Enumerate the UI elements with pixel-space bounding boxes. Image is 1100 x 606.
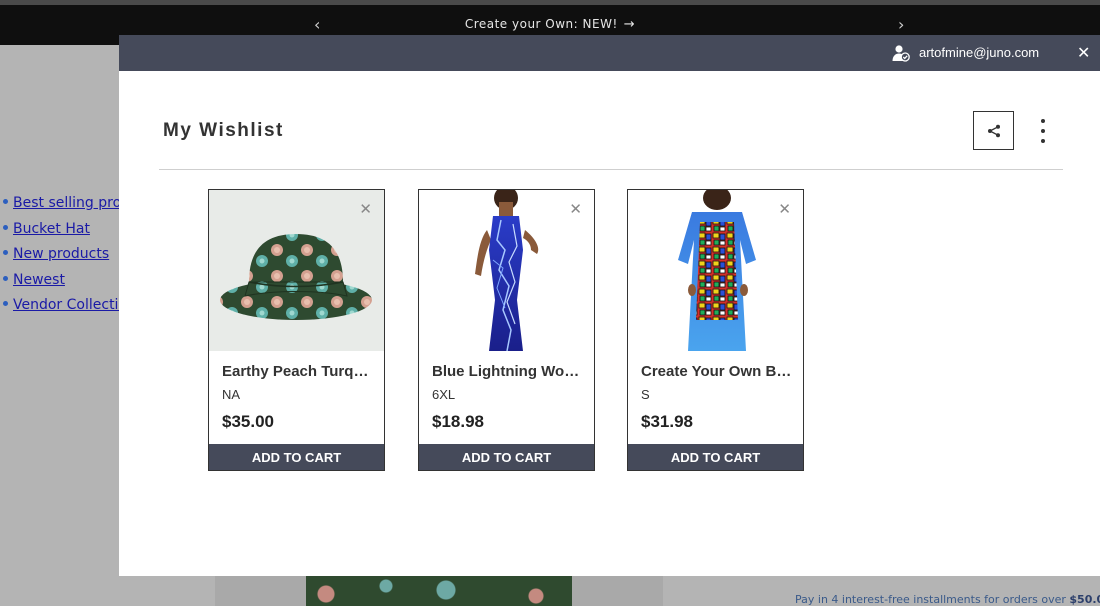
share-button[interactable]	[973, 111, 1014, 150]
divider	[159, 169, 1063, 170]
more-vertical-icon-dot	[1041, 129, 1045, 133]
user-email: artofmine@juno.com	[919, 45, 1040, 60]
product-image[interactable]	[209, 190, 384, 351]
modal-header: artofmine@juno.com ✕	[119, 35, 1100, 71]
more-options-button[interactable]	[1033, 119, 1053, 143]
product-variant: NA	[222, 387, 241, 402]
add-to-cart-button[interactable]: ADD TO CART	[419, 444, 594, 470]
more-vertical-icon-dot	[1041, 119, 1045, 123]
product-name[interactable]: Create Your Own Blouse Dress	[641, 363, 793, 380]
product-price: $35.00	[222, 412, 274, 431]
collection-link-newest[interactable]: Newest	[13, 272, 65, 288]
bullet-icon	[3, 275, 8, 281]
product-image[interactable]	[628, 190, 803, 351]
wishlist-item: ✕ Create Your Own Blouse Dress S $31.98 …	[627, 189, 804, 471]
bucket-hat-image	[220, 234, 372, 320]
collection-link-bucket-hat[interactable]: Bucket Hat	[13, 221, 90, 237]
remove-item-icon[interactable]: ✕	[569, 200, 582, 218]
collection-link-vendor[interactable]: Vendor Collection	[13, 297, 136, 313]
installments-amount: $50.00	[1069, 593, 1100, 606]
wishlist-modal: artofmine@juno.com ✕ My Wishlist ✕ Earth…	[119, 35, 1100, 576]
add-to-cart-button[interactable]: ADD TO CART	[209, 444, 384, 470]
announcement-text[interactable]: Create your Own: NEW!	[465, 17, 618, 31]
product-name[interactable]: Earthy Peach Turquoise Bucket Hat	[222, 363, 374, 380]
collection-link-new-products[interactable]: New products	[13, 246, 109, 262]
share-icon	[987, 124, 1000, 137]
product-variant: 6XL	[432, 387, 456, 402]
close-icon[interactable]: ✕	[1077, 43, 1090, 62]
bullet-icon	[3, 250, 8, 255]
announcement-next-button[interactable]: ›	[898, 15, 904, 34]
blue-dress-image	[475, 190, 539, 351]
remove-item-icon[interactable]: ✕	[359, 200, 372, 218]
product-name[interactable]: Blue Lightning Women's Maxi Dress	[432, 363, 584, 380]
product-variant: S	[641, 387, 650, 402]
product-image[interactable]	[419, 190, 594, 351]
add-to-cart-button[interactable]: ADD TO CART	[628, 444, 803, 470]
arrow-right-icon: →	[623, 17, 636, 32]
wishlist-item: ✕ Earthy Peach Turquoise Bucket Hat NA $…	[208, 189, 385, 471]
wishlist-item: ✕ Blue Lightning Women's Maxi Dress 6XL …	[418, 189, 595, 471]
user-check-icon	[892, 45, 910, 62]
installments-label: Pay in 4 interest-free installments for …	[795, 593, 1070, 606]
background-product-image	[306, 576, 572, 606]
more-vertical-icon-dot	[1041, 139, 1045, 143]
remove-item-icon[interactable]: ✕	[778, 200, 791, 218]
patterned-dress-image	[678, 190, 756, 351]
installments-text: Pay in 4 interest-free installments for …	[795, 593, 1100, 606]
product-price: $18.98	[432, 412, 484, 431]
bullet-icon	[3, 301, 8, 306]
page-title: My Wishlist	[163, 120, 284, 141]
product-price: $31.98	[641, 412, 693, 431]
announcement-text-wrap[interactable]: Create your Own: NEW! →	[0, 17, 1100, 32]
bullet-icon	[3, 199, 8, 204]
bullet-icon	[3, 224, 8, 230]
